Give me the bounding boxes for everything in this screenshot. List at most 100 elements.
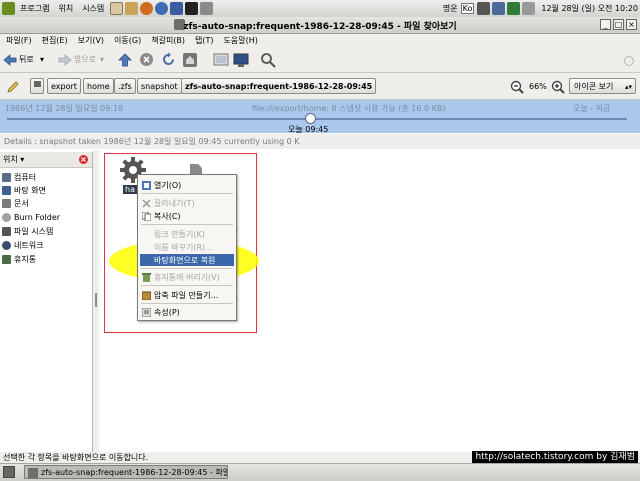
view-mode-select[interactable]: 아이콘 보기 ▴▾ [569, 78, 636, 94]
select-arrows-icon: ▴▾ [624, 83, 632, 91]
menu-item-open[interactable]: 열기(O) [140, 179, 234, 191]
crumb-zfs[interactable]: .zfs [114, 78, 136, 94]
computer-icon [213, 53, 229, 65]
close-window-button[interactable]: × [626, 19, 637, 30]
documents-icon [2, 199, 11, 208]
menu-view[interactable]: 보기(V) [78, 35, 104, 46]
menu-tabs[interactable]: 탭(T) [195, 35, 214, 46]
crumb-scroll-left-button[interactable] [30, 78, 44, 94]
throbber-icon [624, 56, 634, 66]
computer-icon [2, 173, 11, 182]
taskbar-window-button[interactable]: zfs-auto-snap:frequent-1986-12-28-09:45 … [24, 465, 228, 479]
zoom-in-button[interactable] [551, 78, 565, 95]
window-title-bar[interactable]: zfs-auto-snap:frequent-1986-12-28-09:45 … [0, 17, 640, 34]
search-button[interactable] [260, 51, 276, 68]
sidebar-item-filesystem[interactable]: 파일 시스템 [2, 225, 53, 238]
panel-user-name[interactable]: 명운 [443, 3, 458, 14]
search-icon [261, 52, 276, 68]
zoom-level[interactable]: 66% [529, 78, 547, 95]
terminal-launcher-icon[interactable] [185, 2, 199, 15]
menu-file[interactable]: 파일(F) [6, 35, 32, 46]
editor-launcher-icon[interactable] [200, 2, 214, 15]
sidebar-item-label: 파일 시스템 [14, 227, 54, 236]
sidebar-splitter[interactable] [93, 150, 99, 452]
back-arrow-icon [3, 53, 17, 66]
sidebar-item-trash[interactable]: 휴지통 [2, 253, 36, 266]
menu-item-label: 압축 파일 만들기... [154, 290, 219, 300]
panel-clock[interactable]: 12월 28일 (일) 오전 10:20 [541, 3, 638, 14]
sidebar-item-network[interactable]: 네트워크 [2, 239, 43, 252]
network-status-icon[interactable] [477, 2, 491, 15]
panel-menu-places[interactable]: 위치 [58, 3, 73, 14]
browser-launcher-icon[interactable] [140, 2, 154, 15]
menu-item-move-to-trash[interactable]: 휴지통에 버리기(V) [140, 271, 234, 283]
minimize-button[interactable]: _ [600, 19, 611, 30]
home-icon [183, 52, 197, 67]
menu-item-cut[interactable]: 잘라내기(T) [140, 197, 234, 209]
show-desktop-icon[interactable] [3, 466, 15, 478]
menu-help[interactable]: 도움말(H) [224, 35, 258, 46]
menu-item-create-archive[interactable]: 압축 파일 만들기... [140, 289, 234, 301]
timeline-slider[interactable] [7, 118, 627, 120]
panel-menu-system[interactable]: 시스템 [82, 3, 104, 14]
zoom-out-button[interactable] [510, 78, 524, 95]
crumb-current-snapshot[interactable]: zfs-auto-snap:frequent-1986-12-28-09:45 [181, 78, 377, 94]
home-button[interactable] [182, 51, 198, 68]
mail-launcher-icon[interactable] [155, 2, 169, 15]
timeline-slider-handle[interactable] [305, 113, 316, 124]
crumb-snapshot[interactable]: snapshot [137, 78, 182, 94]
close-sidebar-icon[interactable] [79, 155, 88, 164]
back-button[interactable]: 뒤로 [3, 51, 34, 68]
keyboard-layout-indicator[interactable]: Ko [460, 3, 475, 14]
menu-item-rename[interactable]: 이름 바꾸기(R)... [140, 241, 234, 253]
trash-icon [142, 272, 151, 282]
sidebar-item-label: 컴퓨터 [14, 173, 37, 182]
sidebar-item-documents[interactable]: 문서 [2, 197, 29, 210]
notification-icon[interactable] [507, 2, 521, 15]
menu-item-copy[interactable]: 복사(C) [140, 210, 234, 222]
menu-item-make-link[interactable]: 링크 만들기(K) [140, 228, 234, 240]
filesystem-icon [2, 227, 11, 236]
help-launcher-icon[interactable] [170, 2, 184, 15]
display-icon[interactable] [492, 2, 506, 15]
trash-icon [2, 255, 11, 264]
maximize-button[interactable]: □ [613, 19, 624, 30]
computer-button[interactable] [213, 51, 229, 68]
forward-button[interactable]: 앞으로 [58, 51, 96, 68]
menu-item-label: 바탕화면으로 복원 [154, 255, 216, 265]
menu-item-restore-to-desktop[interactable]: 바탕화면으로 복원 [140, 254, 234, 266]
crumb-export[interactable]: export [47, 78, 81, 94]
stop-button[interactable] [139, 51, 154, 68]
up-button[interactable] [118, 51, 132, 68]
view-mode-label: 아이콘 보기 [574, 82, 614, 91]
panel-menu-applications[interactable]: 프로그램 [20, 3, 49, 14]
volume-icon[interactable] [522, 2, 536, 15]
desktop-button[interactable] [233, 51, 249, 68]
back-history-dropdown[interactable]: ▾ [40, 51, 44, 68]
file-item-label[interactable]: ha [123, 185, 137, 194]
menu-bookmarks[interactable]: 책갈피(B) [151, 35, 185, 46]
timeline-start-date: 1986년 12월 28일 일요일 09:18 [5, 104, 124, 113]
edit-location-button[interactable] [5, 78, 21, 95]
menu-separator [141, 285, 233, 286]
sidebar-item-computer[interactable]: 컴퓨터 [2, 171, 36, 184]
app-menu-icon[interactable] [2, 2, 15, 15]
sidebar-item-burn-folder[interactable]: Burn Folder [2, 211, 60, 224]
forward-history-dropdown[interactable]: ▾ [100, 51, 104, 68]
sidebar-item-label: 네트워크 [14, 241, 44, 250]
menu-item-properties[interactable]: 속성(P) [140, 306, 234, 318]
properties-icon [142, 307, 151, 317]
snapshot-timeline: 1986년 12월 28일 일요일 09:18 file:///export/h… [0, 100, 640, 134]
sidebar-item-desktop[interactable]: 바탕 화면 [2, 184, 46, 197]
sidebar-type-label: 위치 [3, 155, 18, 164]
menu-edit[interactable]: 편집(E) [42, 35, 68, 46]
menu-go[interactable]: 이동(G) [114, 35, 141, 46]
sidebar-type-select[interactable]: 위치 ▾ [3, 154, 24, 165]
burn-folder-icon [2, 213, 11, 222]
forward-arrow-icon [58, 53, 72, 66]
home-launcher-icon[interactable] [110, 2, 124, 15]
reload-button[interactable] [161, 51, 176, 68]
folder-launcher-icon[interactable] [125, 2, 139, 15]
cut-icon [142, 198, 151, 208]
crumb-home[interactable]: home [83, 78, 114, 94]
